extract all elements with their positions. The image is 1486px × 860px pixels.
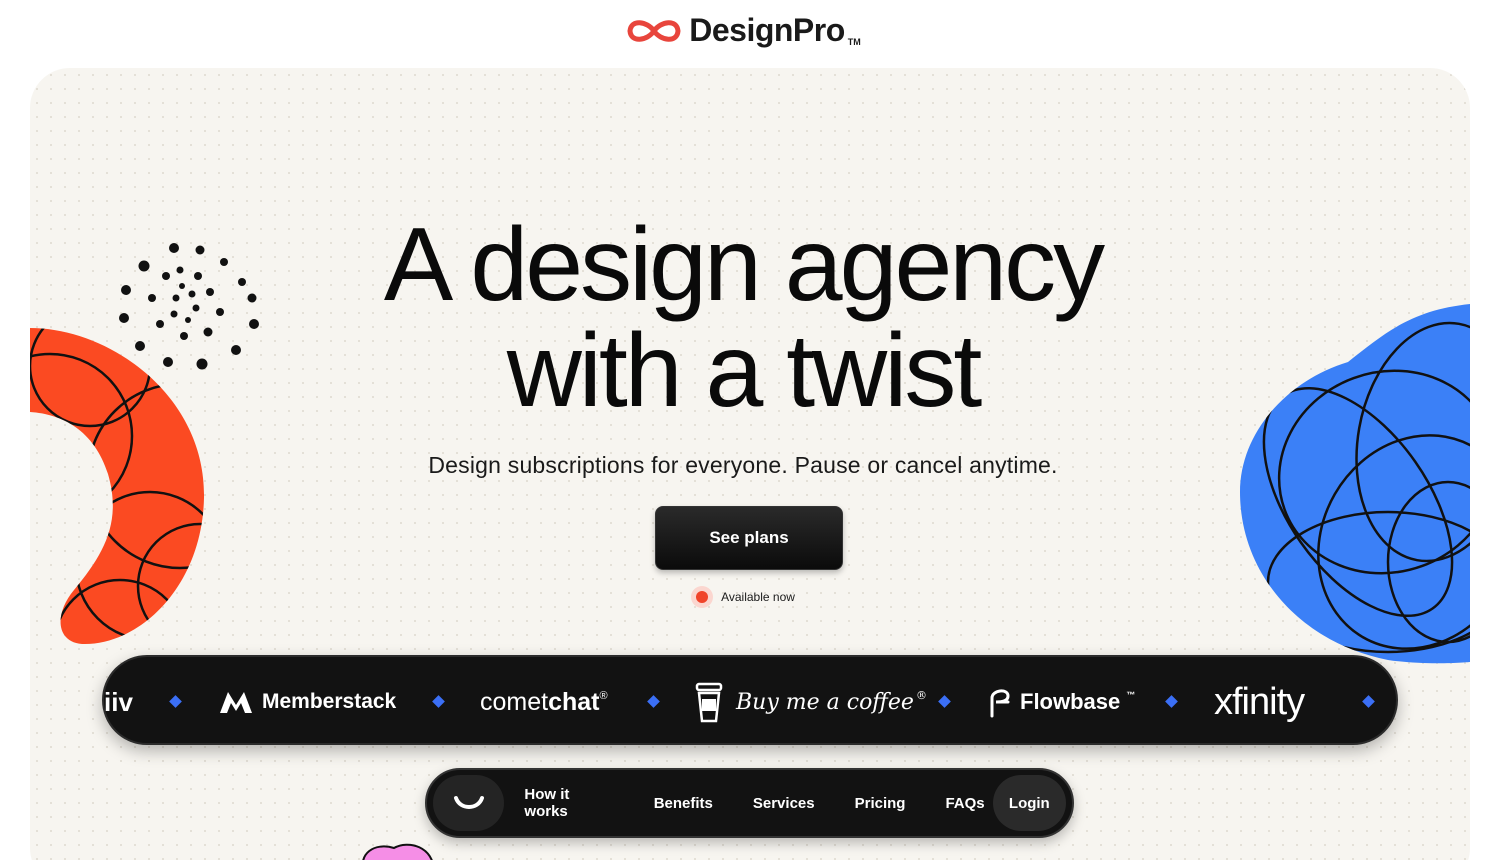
hero-subheading: Design subscriptions for everyone. Pause… xyxy=(428,452,1058,478)
client-logo-xfinity: xfinity xyxy=(1214,657,1305,743)
client-logo-iiv: iiv xyxy=(104,657,133,743)
brand-trademark: TM xyxy=(847,36,861,47)
smile-icon xyxy=(453,796,484,809)
registered-mark: ® xyxy=(915,688,927,702)
coffee-cup-icon xyxy=(695,682,723,723)
client-logo-text: comet xyxy=(480,687,549,716)
client-logo-strip: iiv Memberstack comet chat ® Buy me a coff… xyxy=(102,655,1398,745)
client-logo-flowbase: Flowbase ™ xyxy=(986,657,1136,743)
headline-line-2: with a twist xyxy=(506,313,983,429)
client-logo-text: iiv xyxy=(104,686,133,717)
pink-blob-decoration xyxy=(362,843,433,860)
client-logo-text: xfinity xyxy=(1214,680,1305,723)
client-logo-cometchat: comet chat ® xyxy=(480,657,608,743)
diamond-separator-icon xyxy=(169,695,182,708)
client-logo-text: Memberstack xyxy=(262,690,397,713)
floating-nav-bar: How it works Benefits Services Pricing F… xyxy=(425,768,1074,838)
client-logo-buymeacoffee: Buy me a coffee ® xyxy=(694,657,927,743)
status-dot-icon xyxy=(691,586,714,608)
diamond-separator-icon xyxy=(647,695,660,708)
availability-label: Available now xyxy=(721,590,795,604)
brand-name: DesignPro xyxy=(689,12,845,48)
client-logo-text-bold: chat xyxy=(548,687,600,716)
client-logo-text: Buy me a coffee xyxy=(736,689,914,715)
diamond-separator-icon xyxy=(1362,695,1375,708)
diamond-separator-icon xyxy=(1165,695,1178,708)
nav-link-faqs[interactable]: FAQs xyxy=(925,795,992,812)
diamond-separator-icon xyxy=(432,695,445,708)
brand-logo[interactable]: DesignPro TM xyxy=(0,12,1486,49)
memberstack-m-icon xyxy=(220,692,252,713)
nav-link-services[interactable]: Services xyxy=(733,795,835,812)
infinity-icon xyxy=(627,19,681,42)
diamond-separator-icon xyxy=(938,695,951,708)
nav-link-benefits[interactable]: Benefits xyxy=(634,795,733,812)
client-logo-text: Flowbase xyxy=(1020,689,1121,714)
headline-line-1: A design agency xyxy=(383,207,1105,323)
flowbase-f-icon xyxy=(990,689,1010,718)
nav-link-how-it-works[interactable]: How it works xyxy=(504,786,633,820)
nav-home-button[interactable] xyxy=(433,775,505,831)
client-logo-memberstack: Memberstack xyxy=(218,657,397,743)
availability-status: Available now xyxy=(0,586,1486,608)
nav-link-pricing[interactable]: Pricing xyxy=(835,795,926,812)
hero-headline: A design agency with a twist xyxy=(0,212,1486,424)
registered-mark: ® xyxy=(599,690,608,702)
login-button[interactable]: Login xyxy=(992,775,1066,831)
trademark-mark: ™ xyxy=(1126,690,1136,700)
see-plans-button[interactable]: See plans xyxy=(655,506,843,570)
